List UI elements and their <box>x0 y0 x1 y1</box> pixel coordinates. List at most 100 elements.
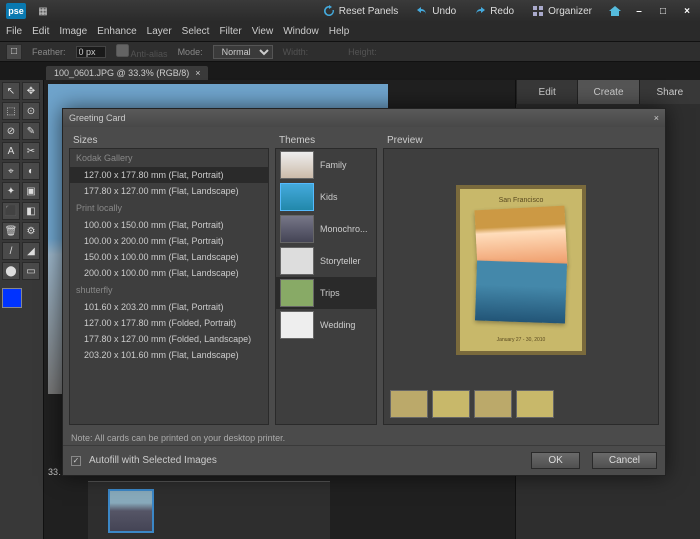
foreground-swatch[interactable] <box>2 288 22 308</box>
theme-item[interactable]: Wedding <box>276 309 376 341</box>
tool-11[interactable]: ▣ <box>22 182 40 200</box>
tool-7[interactable]: ✂ <box>22 142 40 160</box>
menu-enhance[interactable]: Enhance <box>97 26 136 37</box>
workspace-dropdown-icon[interactable]: ▦ <box>36 4 50 18</box>
size-item[interactable]: 101.60 x 203.20 mm (Flat, Portrait) <box>70 299 268 315</box>
tool-9[interactable]: ◐ <box>22 162 40 180</box>
file-tab[interactable]: 100_0601.JPG @ 33.3% (RGB/8) × <box>46 66 208 80</box>
menu-select[interactable]: Select <box>182 26 210 37</box>
menu-filter[interactable]: Filter <box>219 26 241 37</box>
size-item[interactable]: 100.00 x 200.00 mm (Flat, Portrait) <box>70 233 268 249</box>
menu-view[interactable]: View <box>252 26 274 37</box>
tool-19[interactable]: ▭ <box>22 262 40 280</box>
theme-label: Kids <box>320 192 338 202</box>
menu-layer[interactable]: Layer <box>147 26 172 37</box>
menu-image[interactable]: Image <box>59 26 87 37</box>
autofill-checkbox[interactable]: ✓ <box>71 456 81 466</box>
menubar: File Edit Image Enhance Layer Select Filter Vie… <box>0 22 700 42</box>
tool-18[interactable]: ⬤ <box>2 262 20 280</box>
close-icon[interactable]: × <box>680 4 694 18</box>
theme-item[interactable]: Kids <box>276 181 376 213</box>
theme-thumb <box>280 183 314 211</box>
redo-icon <box>474 5 486 17</box>
tool-10[interactable]: ✦ <box>2 182 20 200</box>
tool-14[interactable]: 🗑 <box>2 222 20 240</box>
tool-1[interactable]: ✥ <box>22 82 40 100</box>
dialog-close-icon[interactable]: × <box>654 113 659 123</box>
size-item[interactable]: 127.00 x 177.80 mm (Folded, Portrait) <box>70 315 268 331</box>
menu-window[interactable]: Window <box>283 26 319 37</box>
size-item[interactable]: 200.00 x 100.00 mm (Flat, Landscape) <box>70 265 268 281</box>
sizes-list[interactable]: Kodak Gallery127.00 x 177.80 mm (Flat, P… <box>69 148 269 425</box>
cancel-button[interactable]: Cancel <box>592 452 657 469</box>
card-photo-2 <box>475 260 567 323</box>
theme-thumb <box>280 247 314 275</box>
menu-help[interactable]: Help <box>329 26 350 37</box>
antialias-label: Anti-alias <box>131 49 168 59</box>
preview-thumb[interactable] <box>516 390 554 418</box>
document-tabs: 100_0601.JPG @ 33.3% (RGB/8) × <box>0 62 700 80</box>
redo-button[interactable]: Redo <box>468 3 520 19</box>
theme-label: Wedding <box>320 320 355 330</box>
dialog-title: Greeting Card <box>69 113 126 123</box>
sizes-header: Sizes <box>69 133 269 148</box>
size-item[interactable]: 177.80 x 127.00 mm (Flat, Landscape) <box>70 183 268 199</box>
tool-17[interactable]: ◢ <box>22 242 40 260</box>
preview-thumb[interactable] <box>390 390 428 418</box>
maximize-icon[interactable]: □ <box>656 4 670 18</box>
theme-item[interactable]: Storyteller <box>276 245 376 277</box>
size-item[interactable]: 203.20 x 101.60 mm (Flat, Landscape) <box>70 347 268 363</box>
tool-3[interactable]: ⊙ <box>22 102 40 120</box>
bin-thumbnail[interactable] <box>108 489 154 533</box>
tool-12[interactable]: ⬛ <box>2 202 20 220</box>
size-item[interactable]: 127.00 x 177.80 mm (Flat, Portrait) <box>70 167 268 183</box>
themes-list[interactable]: Family Kids Monochro...Storyteller Trips Wed… <box>275 148 377 425</box>
theme-item[interactable]: Monochro... <box>276 213 376 245</box>
undo-icon <box>416 5 428 17</box>
themes-header: Themes <box>275 133 377 148</box>
tab-edit[interactable]: Edit <box>516 80 577 104</box>
organizer-button[interactable]: Organizer <box>526 3 598 19</box>
minimize-icon[interactable]: – <box>632 4 646 18</box>
theme-item[interactable]: Family <box>276 149 376 181</box>
preview-header: Preview <box>383 133 659 148</box>
theme-item[interactable]: Trips <box>276 277 376 309</box>
tool-13[interactable]: ◧ <box>22 202 40 220</box>
preview-thumb[interactable] <box>432 390 470 418</box>
preview-thumbs <box>390 390 652 418</box>
size-group: Print locally <box>70 199 268 217</box>
close-file-icon[interactable]: × <box>195 68 200 78</box>
ok-button[interactable]: OK <box>531 452 579 469</box>
options-bar: □ Feather: Anti-alias Mode: Normal Width… <box>0 42 700 62</box>
tool-0[interactable]: ↖ <box>2 82 20 100</box>
menu-file[interactable]: File <box>6 26 22 37</box>
tool-16[interactable]: / <box>2 242 20 260</box>
menu-edit[interactable]: Edit <box>32 26 49 37</box>
undo-button[interactable]: Undo <box>410 3 462 19</box>
tool-8[interactable]: ⌖ <box>2 162 20 180</box>
size-item[interactable]: 100.00 x 150.00 mm (Flat, Portrait) <box>70 217 268 233</box>
tool-15[interactable]: ⚙ <box>22 222 40 240</box>
tool-4[interactable]: ⊘ <box>2 122 20 140</box>
theme-label: Family <box>320 160 347 170</box>
size-item[interactable]: 177.80 x 127.00 mm (Folded, Landscape) <box>70 331 268 347</box>
mode-select[interactable]: Normal <box>213 45 273 59</box>
home-icon[interactable] <box>608 4 622 18</box>
tool-6[interactable]: A <box>2 142 20 160</box>
tool-5[interactable]: ✎ <box>22 122 40 140</box>
tab-create[interactable]: Create <box>577 80 638 104</box>
feather-label: Feather: <box>32 47 66 57</box>
card-title: San Francisco <box>499 197 544 204</box>
size-item[interactable]: 150.00 x 100.00 mm (Flat, Landscape) <box>70 249 268 265</box>
active-tool-icon[interactable]: □ <box>6 44 22 60</box>
dialog-note: Note: All cards can be printed on your d… <box>63 431 665 445</box>
theme-thumb <box>280 279 314 307</box>
theme-label: Trips <box>320 288 340 298</box>
height-label: Height: <box>348 47 377 57</box>
tool-2[interactable]: ⬚ <box>2 102 20 120</box>
tab-share[interactable]: Share <box>639 80 700 104</box>
feather-input[interactable] <box>76 46 106 58</box>
preview-thumb[interactable] <box>474 390 512 418</box>
reset-panels-button[interactable]: Reset Panels <box>317 3 404 19</box>
theme-thumb <box>280 215 314 243</box>
